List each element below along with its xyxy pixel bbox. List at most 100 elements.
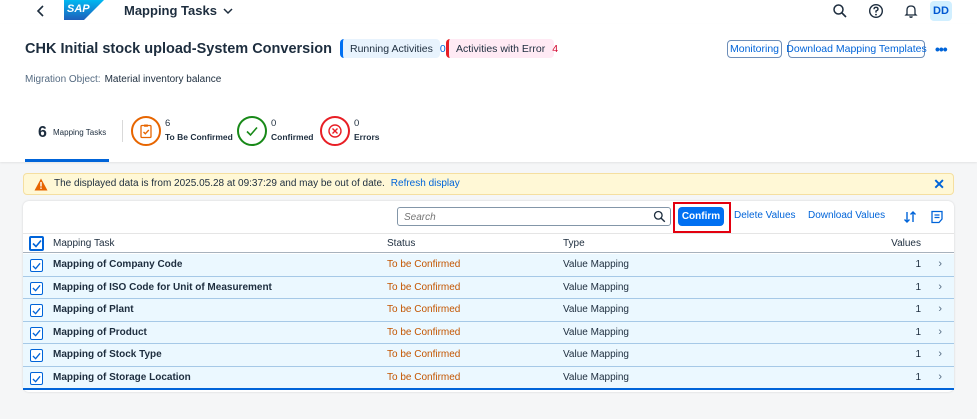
chevron-right-icon[interactable]: › [938,281,942,293]
search-icon[interactable] [653,210,666,223]
mapping-tasks-table: Confirm Delete Values Download Values Ma… [23,201,954,392]
table-row[interactable]: Mapping of ISO Code for Unit of Measurem… [23,276,954,300]
download-mapping-templates-button[interactable]: Download Mapping Templates [786,40,927,58]
cell-values: 1 [915,281,921,293]
cell-type: Value Mapping [563,259,629,270]
cell-status: To be Confirmed [387,259,461,270]
running-activities-label: Running Activities [350,42,433,55]
chevron-right-icon[interactable]: › [938,371,942,383]
migration-object-value: Material inventory balance [104,74,222,85]
cell-values: 1 [915,259,921,270]
chevron-right-icon[interactable]: › [938,348,942,360]
clipboard-check-icon [131,116,161,146]
sort-icon[interactable] [902,209,918,225]
tab-all-count: 6 [38,124,47,141]
refresh-display-link[interactable]: Refresh display [391,178,460,189]
cell-values: 1 [915,349,921,361]
cell-status: To be Confirmed [387,372,461,383]
cell-mapping-task: Mapping of Plant [53,304,134,316]
cell-mapping-task: Mapping of Company Code [53,259,183,270]
shell-bar: SAP Mapping Tasks DD [0,0,977,24]
migration-object: Migration Object: Material inventory bala… [25,74,221,85]
avatar[interactable]: DD [930,1,952,21]
cell-mapping-task: Mapping of Storage Location [53,372,191,383]
object-page-header: CHK Initial stock upload-System Conversi… [0,24,977,162]
confirmed-label: Confirmed [271,132,314,142]
cell-values: 1 [915,372,921,383]
table-header-row: Mapping Task Status Type Values [23,233,954,253]
table-row[interactable]: Mapping of Stock Type To be Confirmed Va… [23,344,954,367]
back-arrow-icon[interactable] [34,3,48,19]
search-input[interactable] [404,210,644,224]
cell-type: Value Mapping [563,349,629,361]
tab-errors[interactable]: 0 Errors [320,116,382,150]
column-header-mapping-task[interactable]: Mapping Task [53,238,115,249]
delete-values-button[interactable]: Delete Values [734,210,796,221]
cell-status: To be Confirmed [387,304,461,316]
errors-label: Errors [354,132,380,142]
activities-with-error-label: Activities with Error [456,42,546,55]
confirmed-count: 0 [271,118,277,129]
row-checkbox[interactable] [30,372,43,385]
more-options-icon[interactable]: ••• [935,41,948,57]
close-icon[interactable]: ✕ [933,176,945,193]
confirm-button[interactable]: Confirm [678,207,724,226]
running-activities-count: 0 [439,42,446,55]
column-header-values[interactable]: Values [891,238,921,249]
row-checkbox[interactable] [30,259,43,272]
chevron-right-icon[interactable]: › [938,326,942,338]
column-header-type[interactable]: Type [563,238,585,249]
cell-type: Value Mapping [563,326,629,338]
chevron-down-icon [223,7,233,14]
table-row[interactable]: Mapping of Company Code To be Confirmed … [23,254,954,277]
bell-icon[interactable] [903,3,919,19]
search-icon[interactable] [832,3,848,19]
sap-logo-text: SAP [67,3,90,15]
to-be-confirmed-count: 6 [165,118,171,129]
cell-mapping-task: Mapping of Stock Type [53,349,162,361]
select-all-checkbox[interactable] [29,236,44,251]
cell-status: To be Confirmed [387,326,461,338]
message-text: The displayed data is from 2025.05.28 at… [54,178,460,189]
chevron-right-icon[interactable]: › [938,303,942,315]
row-checkbox[interactable] [30,326,43,340]
to-be-confirmed-label: To Be Confirmed [165,132,233,142]
activities-with-error-count: 4 [552,42,559,55]
tab-confirmed[interactable]: 0 Confirmed [237,116,315,150]
table-row[interactable]: Mapping of Product To be Confirmed Value… [23,321,954,345]
column-header-status[interactable]: Status [387,238,415,249]
sap-logo[interactable]: SAP [64,0,104,20]
page-title: CHK Initial stock upload-System Conversi… [25,41,332,57]
cell-mapping-task: Mapping of Product [53,326,147,338]
activities-with-error-badge[interactable]: Activities with Error 4 [446,39,558,58]
row-checkbox[interactable] [30,281,43,295]
tab-all-label: Mapping Tasks [53,128,107,137]
migration-object-label: Migration Object: [25,74,101,85]
cell-type: Value Mapping [563,304,629,316]
chevron-right-icon[interactable]: › [938,258,942,270]
warning-icon [34,178,48,191]
errors-count: 0 [354,118,360,129]
monitoring-button[interactable]: Monitoring [727,40,782,58]
cell-type: Value Mapping [563,372,629,383]
tab-to-be-confirmed[interactable]: 6 To Be Confirmed [131,116,233,150]
row-checkbox[interactable] [30,349,43,363]
help-icon[interactable] [868,3,884,19]
row-checkbox[interactable] [30,304,43,318]
cell-type: Value Mapping [563,281,629,293]
table-row[interactable]: Mapping of Plant To be Confirmed Value M… [23,299,954,322]
cell-status: To be Confirmed [387,281,461,293]
selected-tab-indicator [25,159,109,162]
running-activities-badge[interactable]: Running Activities 0 [340,39,446,58]
table-settings-icon[interactable] [929,209,945,225]
cell-status: To be Confirmed [387,349,461,361]
app-title-menu[interactable]: Mapping Tasks [124,3,233,18]
cell-values: 1 [915,326,921,338]
cell-mapping-task: Mapping of ISO Code for Unit of Measurem… [53,281,272,293]
search-field[interactable] [397,207,671,226]
download-values-button[interactable]: Download Values [808,210,885,221]
app-title: Mapping Tasks [124,3,217,18]
table-row[interactable]: Mapping of Storage Location To be Confir… [23,367,954,390]
message-body: The displayed data is from 2025.05.28 at… [54,178,385,189]
error-icon [320,116,350,146]
